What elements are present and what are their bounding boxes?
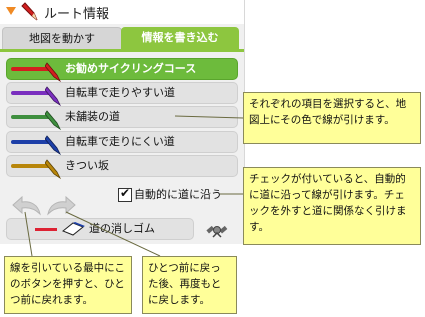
eraser-label: 道の消しゴム [89, 222, 155, 235]
pencil-icon [45, 159, 62, 180]
satellite-icon[interactable] [205, 219, 229, 243]
checkbox-label: 自動的に道に沿う [134, 188, 222, 201]
pencil-icon [45, 62, 62, 83]
undo-arrow-icon[interactable] [10, 194, 44, 216]
route-label: お勧めサイクリングコース [65, 62, 197, 75]
tab-write-info[interactable]: 情報を書き込む [121, 27, 239, 49]
pencil-icon [21, 2, 38, 21]
route-option-recommended[interactable]: お勧めサイクリングコース [6, 58, 238, 83]
route-option-hard[interactable]: 自転車で走りにくい道 [6, 131, 238, 156]
route-option-easy[interactable]: 自転車で走りやすい道 [6, 82, 238, 107]
pencil-icon [45, 135, 62, 156]
collapse-triangle-icon[interactable] [6, 7, 16, 15]
callout-undo: 線を引いている最中にこのボタンを押すと、ひとつ前に戻れます。 [4, 256, 132, 314]
route-label: きつい坂 [65, 159, 109, 172]
road-eraser-button[interactable]: 道の消しゴム [6, 218, 194, 240]
route-option-steep[interactable]: きつい坂 [6, 155, 238, 180]
panel-title: ルート情報 [44, 7, 110, 22]
checkmark-icon: ✔ [120, 186, 131, 200]
panel-header: ルート情報 [0, 0, 244, 24]
route-info-panel: ルート情報 地図を動かす 情報を書き込む お勧めサイクリングコース 自転車で走り… [0, 0, 245, 244]
eraser-icon [62, 222, 85, 236]
callout-route-select: それぞれの項目を選択すると、地図上にその色で線が引けます。 [243, 92, 421, 144]
route-option-unpaved[interactable]: 未舗装の道 [6, 106, 238, 131]
route-label: 未舗装の道 [65, 110, 120, 123]
pencil-icon [45, 86, 62, 107]
route-label: 自転車で走りにくい道 [65, 135, 175, 148]
eraser-line-swatch [35, 228, 57, 231]
checkbox-box[interactable]: ✔ [118, 186, 132, 202]
callout-redo: ひとつ前に戻った後、再度もとに戻します。 [142, 256, 237, 314]
pencil-icon [45, 110, 62, 131]
tab-underline [0, 49, 244, 52]
tab-move-map[interactable]: 地図を動かす [2, 27, 122, 50]
callout-auto-snap: チェックが付いていると、自動的に道に沿って線が引けます。チェックを外すと道に関係… [243, 167, 421, 245]
redo-arrow-icon[interactable] [44, 194, 78, 216]
route-label: 自転車で走りやすい道 [65, 86, 175, 99]
